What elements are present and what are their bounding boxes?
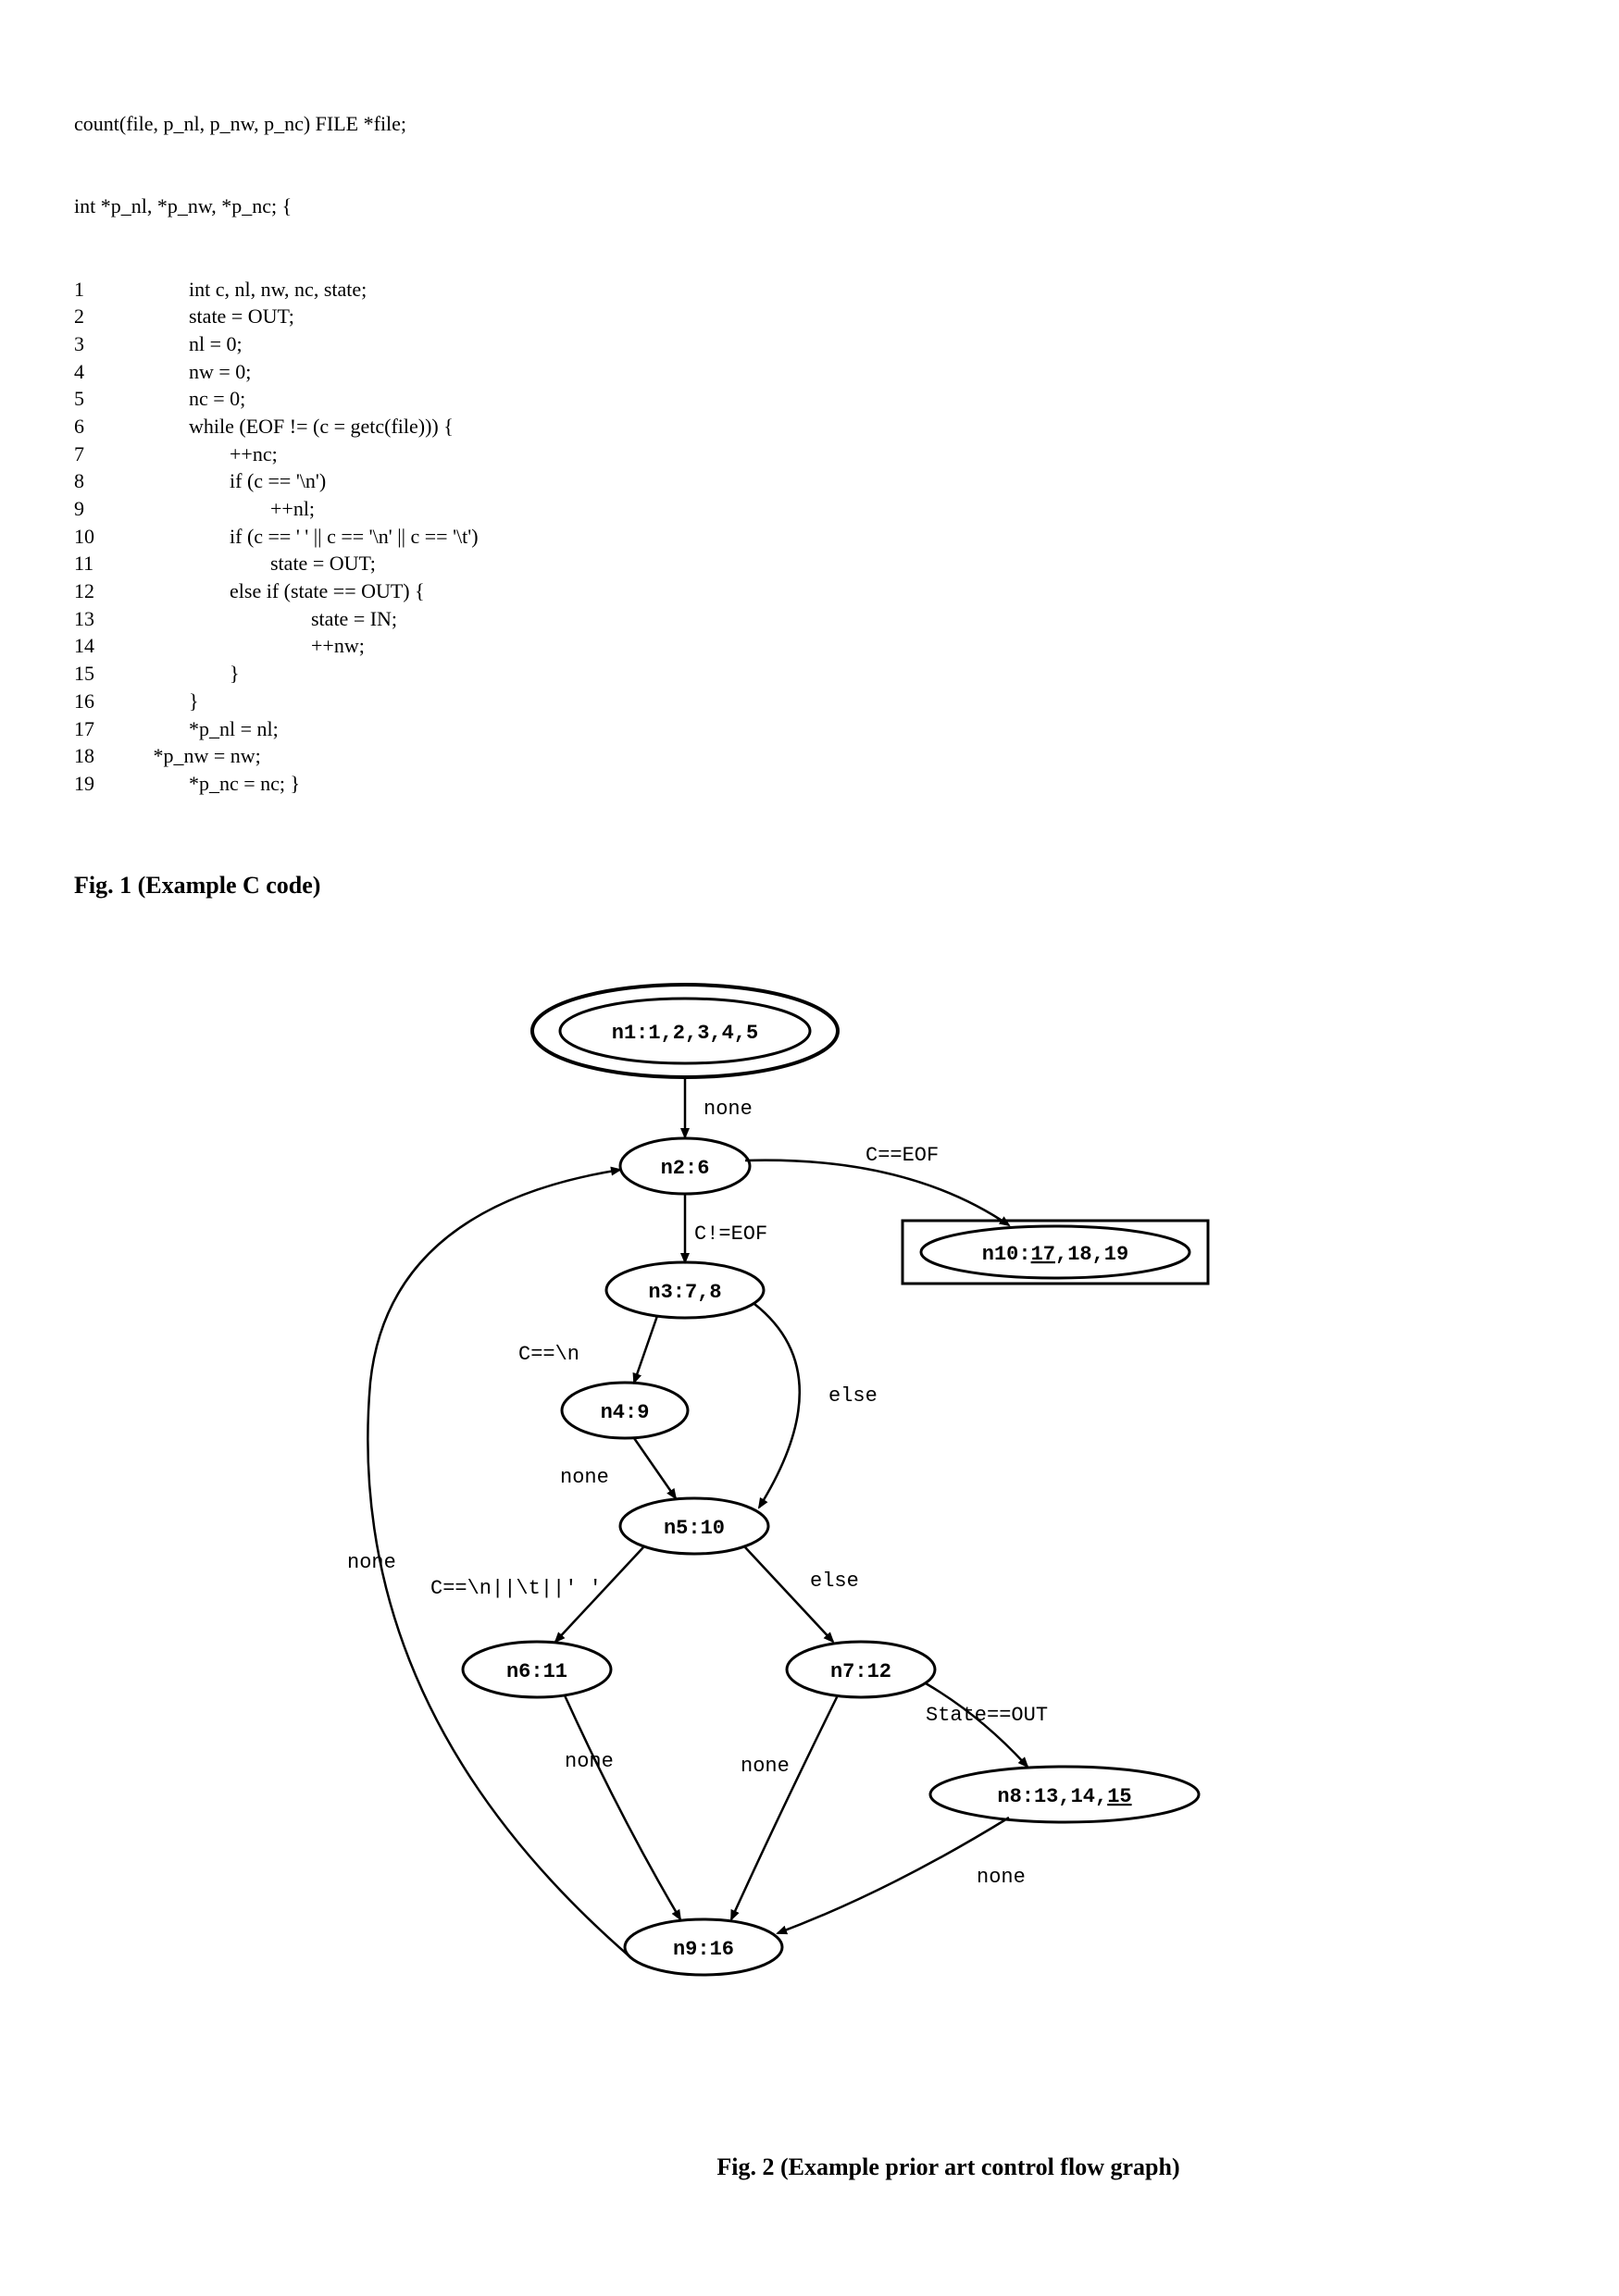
code-line: 7 ++nc;: [74, 441, 1545, 468]
line-number: 5: [74, 385, 148, 413]
svg-text:State==OUT: State==OUT: [926, 1704, 1048, 1727]
line-number: 1: [74, 276, 148, 304]
flow-graph: n1:1,2,3,4,5 none n2:6 C==EOF n10:17,18,…: [74, 966, 1545, 2132]
line-content: *p_nw = nw;: [148, 742, 261, 770]
line-content: if (c == ' ' || c == '\n' || c == '\t'): [148, 523, 479, 551]
line-number: 2: [74, 303, 148, 330]
line-number: 7: [74, 441, 148, 468]
svg-text:C==EOF: C==EOF: [866, 1144, 939, 1167]
svg-text:n5:10: n5:10: [664, 1517, 725, 1540]
code-line: 4 nw = 0;: [74, 358, 1545, 386]
code-line: 6 while (EOF != (c = getc(file))) {: [74, 413, 1545, 441]
line-number: 14: [74, 632, 148, 660]
code-line: 5 nc = 0;: [74, 385, 1545, 413]
figure-2-caption: Fig. 2 (Example prior art control flow g…: [352, 2151, 1545, 2183]
code-signature: count(file, p_nl, p_nw, p_nc) FILE *file…: [74, 110, 1545, 138]
line-number: 10: [74, 523, 148, 551]
line-number: 13: [74, 605, 148, 633]
svg-text:none: none: [977, 1866, 1026, 1889]
code-line: 17 *p_nl = nl;: [74, 715, 1545, 743]
line-number: 4: [74, 358, 148, 386]
svg-text:none: none: [560, 1466, 609, 1489]
svg-text:n1:1,2,3,4,5: n1:1,2,3,4,5: [612, 1022, 758, 1045]
code-line: 18 *p_nw = nw;: [74, 742, 1545, 770]
code-line: 10 if (c == ' ' || c == '\n' || c == '\t…: [74, 523, 1545, 551]
svg-text:n8:13,14,15: n8:13,14,15: [997, 1785, 1131, 1808]
line-number: 19: [74, 770, 148, 798]
line-content: else if (state == OUT) {: [148, 577, 425, 605]
line-content: nc = 0;: [148, 385, 245, 413]
line-content: state = IN;: [148, 605, 397, 633]
line-content: ++nl;: [148, 495, 315, 523]
code-decl: int *p_nl, *p_nw, *p_nc; {: [74, 192, 1545, 220]
code-line: 11 state = OUT;: [74, 550, 1545, 577]
line-content: state = OUT;: [148, 303, 294, 330]
line-number: 15: [74, 660, 148, 688]
line-content: nw = 0;: [148, 358, 251, 386]
line-content: }: [148, 688, 199, 715]
line-number: 6: [74, 413, 148, 441]
svg-text:n7:12: n7:12: [830, 1660, 891, 1683]
code-line: 12 else if (state == OUT) {: [74, 577, 1545, 605]
code-line: 19 *p_nc = nc; }: [74, 770, 1545, 798]
svg-text:C==\n: C==\n: [518, 1343, 579, 1366]
svg-text:n2:6: n2:6: [661, 1157, 710, 1180]
code-line: 9 ++nl;: [74, 495, 1545, 523]
figure-1-caption: Fig. 1 (Example C code): [74, 869, 1545, 901]
svg-text:none: none: [704, 1098, 753, 1121]
code-line: 14 ++nw;: [74, 632, 1545, 660]
svg-text:C!=EOF: C!=EOF: [694, 1222, 767, 1246]
svg-text:n9:16: n9:16: [673, 1938, 734, 1961]
svg-text:none: none: [741, 1755, 790, 1778]
line-content: state = OUT;: [148, 550, 376, 577]
svg-text:else: else: [810, 1570, 859, 1593]
svg-text:none: none: [565, 1750, 614, 1773]
line-content: }: [148, 660, 240, 688]
page: count(file, p_nl, p_nw, p_nc) FILE *file…: [74, 56, 1545, 2240]
line-content: *p_nc = nc; }: [148, 770, 300, 798]
code-line: 16 }: [74, 688, 1545, 715]
code-listing: count(file, p_nl, p_nw, p_nc) FILE *file…: [74, 56, 1545, 852]
line-content: int c, nl, nw, nc, state;: [148, 276, 367, 304]
code-line: 3 nl = 0;: [74, 330, 1545, 358]
line-content: *p_nl = nl;: [148, 715, 279, 743]
line-number: 9: [74, 495, 148, 523]
svg-text:n4:9: n4:9: [601, 1401, 650, 1424]
line-number: 3: [74, 330, 148, 358]
code-line: 15 }: [74, 660, 1545, 688]
line-number: 8: [74, 467, 148, 495]
line-number: 11: [74, 550, 148, 577]
line-content: ++nw;: [148, 632, 365, 660]
line-content: nl = 0;: [148, 330, 243, 358]
line-content: while (EOF != (c = getc(file))) {: [148, 413, 454, 441]
code-line: 8 if (c == '\n'): [74, 467, 1545, 495]
svg-text:n6:11: n6:11: [506, 1660, 567, 1683]
svg-text:else: else: [828, 1384, 878, 1408]
line-content: if (c == '\n'): [148, 467, 326, 495]
line-number: 18: [74, 742, 148, 770]
code-line: 1 int c, nl, nw, nc, state;: [74, 276, 1545, 304]
line-content: ++nc;: [148, 441, 278, 468]
svg-text:n10:17,18,19: n10:17,18,19: [982, 1243, 1128, 1266]
code-line: 2 state = OUT;: [74, 303, 1545, 330]
svg-text:n3:7,8: n3:7,8: [648, 1281, 721, 1304]
svg-text:C==\n||\t||' ': C==\n||\t||' ': [430, 1577, 602, 1600]
code-line: 13 state = IN;: [74, 605, 1545, 633]
line-number: 12: [74, 577, 148, 605]
line-number: 17: [74, 715, 148, 743]
svg-text:none: none: [347, 1551, 396, 1574]
line-number: 16: [74, 688, 148, 715]
